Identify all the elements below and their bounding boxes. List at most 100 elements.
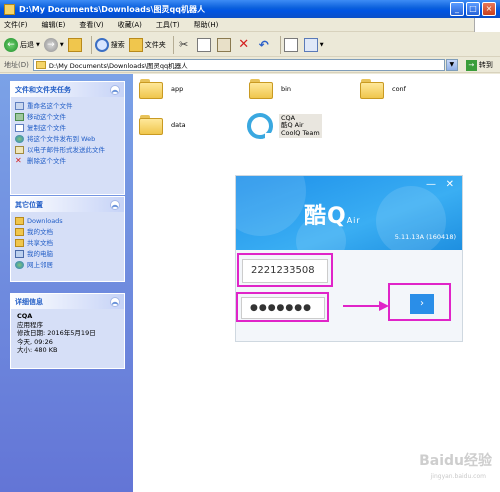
up-folder-icon <box>67 37 82 52</box>
chevron-down-icon: ▼ <box>319 41 324 48</box>
folder-item-data[interactable]: data <box>139 115 186 135</box>
baidu-watermark: Baidu经验 <box>419 453 492 469</box>
detail-filename: CQA <box>17 312 33 320</box>
close-button[interactable]: ✕ <box>446 179 454 190</box>
place-my-computer[interactable]: 我的电脑 <box>11 248 124 259</box>
other-places-header[interactable]: 其它位置 ︽ <box>11 197 124 212</box>
rename-icon <box>15 101 24 110</box>
title-bar: D:\My Documents\Downloads\图灵qq机器人 _ □ × <box>0 0 500 18</box>
place-label: 我的电脑 <box>27 249 53 258</box>
folders-label: 文件夹 <box>144 40 166 49</box>
folder-icon <box>139 115 163 135</box>
folder-item-app[interactable]: app <box>139 79 183 99</box>
explorer-window: D:\My Documents\Downloads\图灵qq机器人 _ □ × … <box>0 0 500 492</box>
undo-icon: ↶ <box>258 37 269 52</box>
window-title: D:\My Documents\Downloads\图灵qq机器人 <box>19 4 205 14</box>
login-button[interactable]: › <box>410 294 434 314</box>
details-title: 详细信息 <box>15 297 43 306</box>
file-tasks-header[interactable]: 文件和文件夹任务 ︽ <box>11 82 124 97</box>
file-item-cqa[interactable]: CQA 酷Q Air CoolQ Team <box>247 113 322 139</box>
address-input[interactable]: D:\My Documents\Downloads\图灵qq机器人 <box>32 59 445 71</box>
place-label: 共享文档 <box>27 238 53 247</box>
close-button[interactable]: × <box>482 2 496 16</box>
details-header[interactable]: 详细信息 ︽ <box>11 294 124 309</box>
paste-button[interactable] <box>216 37 233 52</box>
menu-file[interactable]: 文件(F) <box>4 20 28 30</box>
file-company: CoolQ Team <box>281 128 320 137</box>
go-button[interactable]: → 转到 <box>465 59 493 71</box>
back-arrow-icon: ← <box>4 37 18 52</box>
task-email[interactable]: 以电子邮件形式发送此文件 <box>11 144 124 155</box>
up-folder-button[interactable] <box>67 37 84 52</box>
paste-icon <box>216 37 231 52</box>
search-button[interactable]: 搜索 <box>94 37 125 52</box>
collapse-icon: ︽ <box>110 84 120 95</box>
place-downloads[interactable]: Downloads <box>11 215 124 226</box>
minimize-button[interactable]: — <box>426 179 436 190</box>
password-input[interactable]: ●●●●●●● <box>241 297 325 319</box>
maximize-button[interactable]: □ <box>466 2 480 16</box>
folder-item-bin[interactable]: bin <box>249 79 291 99</box>
folder-icon <box>15 216 24 225</box>
place-shared-documents[interactable]: 共享文档 <box>11 237 124 248</box>
network-icon <box>15 260 24 269</box>
folders-icon <box>128 37 143 52</box>
go-arrow-icon: → <box>465 59 477 71</box>
login-header: — ✕ 酷QAir 5.11.13A (160418) <box>236 176 462 266</box>
place-my-documents[interactable]: 我的文档 <box>11 226 124 237</box>
forward-button[interactable]: → ▼ <box>43 37 64 52</box>
task-move[interactable]: 移动这个文件 <box>11 111 124 122</box>
move-icon <box>15 112 24 121</box>
address-dropdown[interactable]: ▼ <box>445 59 458 71</box>
place-network[interactable]: 网上邻居 <box>11 259 124 270</box>
folder-item-conf[interactable]: conf <box>360 79 406 99</box>
minimize-button[interactable]: _ <box>450 2 464 16</box>
folder-name: app <box>171 85 184 93</box>
task-label: 删除这个文件 <box>27 156 66 165</box>
menu-tools[interactable]: 工具(T) <box>156 20 180 30</box>
delete-button[interactable]: ✕ <box>237 36 253 52</box>
delete-icon: ✕ <box>238 36 250 52</box>
task-rename[interactable]: 重命名这个文件 <box>11 100 124 111</box>
username-input[interactable]: 2221233508 <box>242 259 328 283</box>
back-label: 后退 <box>20 40 34 49</box>
toolbar-separator <box>172 35 174 54</box>
coolq-logo: 酷QAir <box>304 198 361 230</box>
task-copy[interactable]: 复制这个文件 <box>11 122 124 133</box>
detail-modified: 修改日期: 2016年5月19日 <box>17 329 96 337</box>
task-label: 复制这个文件 <box>27 123 66 132</box>
copy-button[interactable] <box>196 37 213 52</box>
properties-button[interactable] <box>283 37 300 52</box>
folders-button[interactable]: 文件夹 <box>128 37 166 52</box>
search-label: 搜索 <box>110 40 125 49</box>
email-icon <box>15 145 24 154</box>
windows-logo-icon <box>474 18 500 32</box>
chevron-down-icon: ▼ <box>36 41 40 48</box>
menu-view[interactable]: 查看(V) <box>79 20 103 30</box>
address-path: D:\My Documents\Downloads\图灵qq机器人 <box>48 62 188 70</box>
baidu-watermark-url: jingyan.baidu.com <box>430 473 486 480</box>
folder-name: conf <box>392 85 406 93</box>
collapse-icon: ︽ <box>110 199 120 210</box>
copy-icon <box>196 37 211 52</box>
menu-edit[interactable]: 编辑(E) <box>42 20 66 30</box>
folder-icon <box>360 79 384 99</box>
menu-favorites[interactable]: 收藏(A) <box>118 20 142 30</box>
task-label: 将这个文件发布到 Web <box>27 134 96 143</box>
task-label: 移动这个文件 <box>27 112 66 121</box>
undo-button[interactable]: ↶ <box>257 38 273 52</box>
task-delete[interactable]: ✕ 删除这个文件 <box>11 155 124 166</box>
views-button[interactable]: ▼ <box>303 37 324 52</box>
forward-arrow-icon: → <box>43 37 58 52</box>
cut-button[interactable]: ✂ <box>177 38 193 52</box>
task-label: 重命名这个文件 <box>27 101 73 110</box>
task-label: 以电子邮件形式发送此文件 <box>27 145 105 154</box>
detail-type: 应用程序 <box>17 320 43 329</box>
place-label: Downloads <box>27 216 63 225</box>
details-panel: 详细信息 ︽ CQA 应用程序 修改日期: 2016年5月19日 今天, 09:… <box>10 293 125 369</box>
place-label: 我的文档 <box>27 227 53 236</box>
back-button[interactable]: ← 后退 ▼ <box>4 37 40 52</box>
properties-icon <box>283 37 298 52</box>
menu-help[interactable]: 帮助(H) <box>194 20 219 30</box>
task-publish[interactable]: 将这个文件发布到 Web <box>11 133 124 144</box>
